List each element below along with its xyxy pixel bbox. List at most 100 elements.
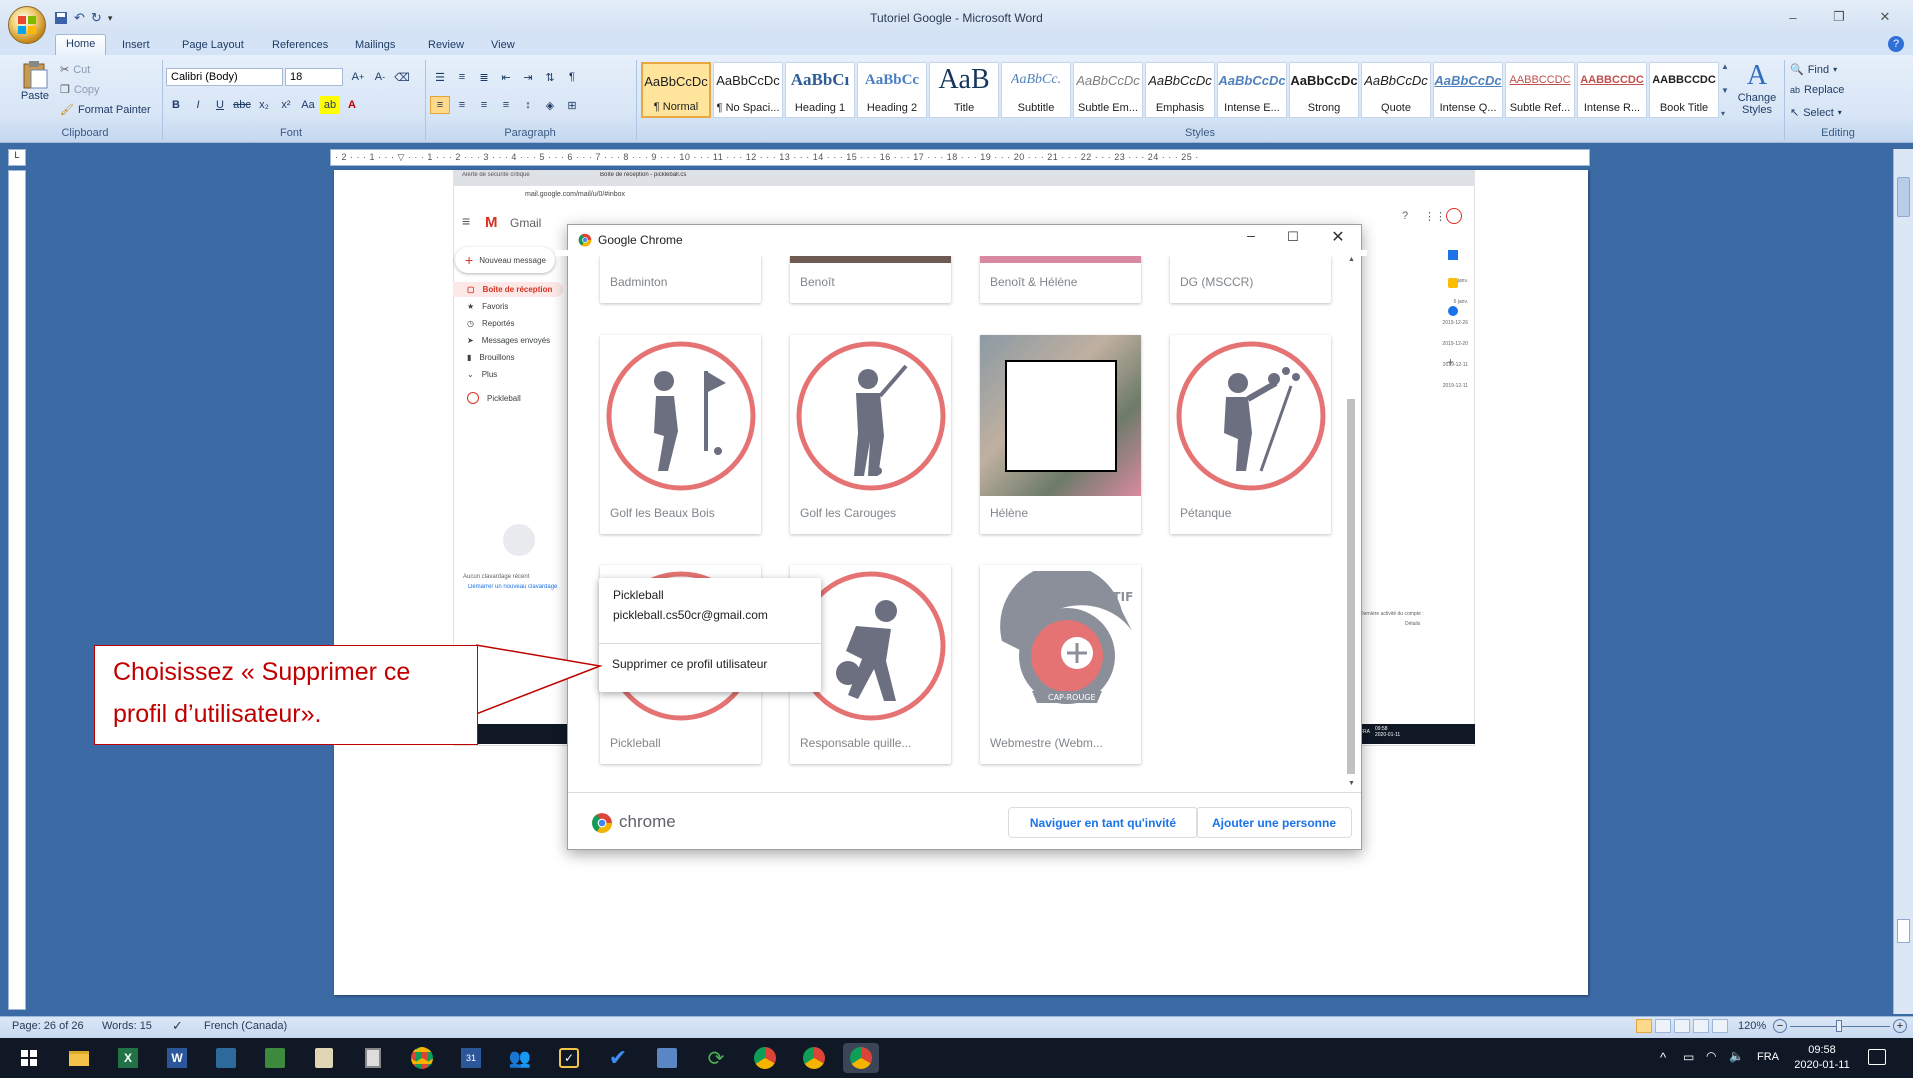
scroll-down-icon[interactable]: ▼	[1348, 780, 1355, 787]
calendar-icon[interactable]: 31	[456, 1043, 486, 1073]
paste-button[interactable]: Paste	[14, 60, 56, 120]
profile-card-golf-beaux-bois[interactable]: Golf les Beaux Bois	[600, 335, 761, 534]
style-subtitle[interactable]: AaBbCc. Subtitle	[1001, 62, 1071, 118]
scroll-thumb-bottom[interactable]	[1897, 919, 1910, 943]
scroll-thumb[interactable]	[1897, 177, 1910, 217]
language-indicator[interactable]: French (Canada)	[204, 1020, 287, 1032]
replace-button[interactable]: ab Replace	[1790, 84, 1844, 96]
outline-icon[interactable]	[1693, 1019, 1709, 1033]
change-styles-button[interactable]: A Change Styles	[1734, 60, 1780, 126]
style-book-title[interactable]: AABBCCDC Book Title	[1649, 62, 1719, 118]
font-size-combo[interactable]: 18	[285, 68, 343, 86]
full-screen-icon[interactable]	[1655, 1019, 1671, 1033]
select-button[interactable]: ↖ Select ▾	[1790, 106, 1842, 120]
copy-button[interactable]: ❐ Copy	[60, 83, 100, 97]
style-strong[interactable]: AaBbCcDc Strong	[1289, 62, 1359, 118]
style-intense-quote[interactable]: AaBbCcDc Intense Q...	[1433, 62, 1503, 118]
font-name-combo[interactable]: Calibri (Body)	[166, 68, 283, 86]
style-quote[interactable]: AaBbCcDc Quote	[1361, 62, 1431, 118]
chrome-icon[interactable]	[799, 1043, 829, 1073]
windows-start-icon[interactable]	[14, 1043, 44, 1073]
tab-mailings[interactable]: Mailings	[345, 36, 405, 56]
italic-icon[interactable]: I	[188, 96, 208, 114]
highlight-icon[interactable]: ab	[320, 96, 340, 114]
underline-icon[interactable]: U	[210, 96, 230, 114]
style-heading-1[interactable]: AaBbCı Heading 1	[785, 62, 855, 118]
change-case-icon[interactable]: Aa	[298, 96, 318, 114]
multilevel-list-icon[interactable]: ≣	[474, 68, 494, 86]
page-count[interactable]: Page: 26 of 26	[12, 1020, 84, 1032]
scroll-up-icon[interactable]: ▲	[1348, 256, 1355, 263]
more-icon[interactable]: ▾	[1721, 109, 1733, 118]
chrome-icon[interactable]	[750, 1043, 780, 1073]
file-explorer-icon[interactable]	[64, 1043, 94, 1073]
style-no-spacing[interactable]: AaBbCcDc ¶ No Spaci...	[713, 62, 783, 118]
format-painter-button[interactable]: 🖌 Format Painter	[60, 103, 151, 117]
word-count[interactable]: Words: 15	[102, 1020, 152, 1032]
decrease-indent-icon[interactable]: ⇤	[496, 68, 516, 86]
sync-icon[interactable]: ⟳	[701, 1043, 731, 1073]
zoom-level[interactable]: 120%	[1738, 1020, 1766, 1032]
style-subtle-emphasis[interactable]: AaBbCcDc Subtle Em...	[1073, 62, 1143, 118]
style-normal[interactable]: AaBbCcDc ¶ Normal	[641, 62, 711, 118]
browse-as-guest-button[interactable]: Naviguer en tant qu'invité	[1008, 807, 1198, 838]
tab-view[interactable]: View	[481, 36, 525, 56]
justify-icon[interactable]: ≡	[496, 96, 516, 114]
profile-card-petanque[interactable]: Pétanque	[1170, 335, 1331, 534]
clear-format-icon[interactable]: ⌫	[392, 68, 412, 86]
line-spacing-icon[interactable]: ↕	[518, 96, 538, 114]
cut-button[interactable]: ✂ Cut	[60, 63, 90, 77]
font-color-icon[interactable]: A	[342, 96, 362, 114]
align-center-icon[interactable]: ≡	[452, 96, 472, 114]
draft-view-icon[interactable]	[1712, 1019, 1728, 1033]
increase-indent-icon[interactable]: ⇥	[518, 68, 538, 86]
tab-references[interactable]: References	[262, 36, 338, 56]
zoom-out-icon[interactable]: −	[1773, 1019, 1787, 1033]
grow-font-icon[interactable]: A +	[348, 68, 368, 86]
people-icon[interactable]: 👥	[505, 1043, 535, 1073]
volume-icon[interactable]: 🔈	[1729, 1049, 1744, 1063]
program-icon[interactable]	[309, 1043, 339, 1073]
profile-card-golf-carouges[interactable]: Golf les Carouges	[790, 335, 951, 534]
add-person-button[interactable]: Ajouter une personne	[1196, 807, 1352, 838]
chrome-active-icon[interactable]	[843, 1043, 879, 1073]
calculator-icon[interactable]	[358, 1043, 388, 1073]
chrome-profile-icon[interactable]	[407, 1043, 437, 1073]
scroll-thumb[interactable]	[1347, 399, 1355, 774]
subscript-icon[interactable]: x₂	[254, 96, 274, 114]
bold-icon[interactable]: B	[166, 96, 186, 114]
notification-icon[interactable]	[1868, 1049, 1886, 1065]
minimize-icon[interactable]: –	[1237, 227, 1265, 251]
document-app-icon[interactable]	[652, 1043, 682, 1073]
align-left-icon[interactable]: ≡	[430, 96, 450, 114]
help-icon[interactable]: ?	[1888, 36, 1904, 52]
spreadsheet-icon[interactable]	[260, 1043, 290, 1073]
shading-icon[interactable]: ◈	[540, 96, 560, 114]
proofing-icon[interactable]: ✓	[172, 1018, 183, 1034]
profile-card-webmestre[interactable]: CLUB SPORTIF CAP-ROUGE Webmestre (Webm...	[980, 565, 1141, 764]
align-right-icon[interactable]: ≡	[474, 96, 494, 114]
web-layout-icon[interactable]	[1674, 1019, 1690, 1033]
tab-selector-icon[interactable]: L	[8, 149, 26, 166]
profile-card-helene[interactable]: Hélène	[980, 335, 1141, 534]
numbering-icon[interactable]: ≡	[452, 68, 472, 86]
restore-icon[interactable]: ❐	[1816, 6, 1862, 28]
tab-insert[interactable]: Insert	[112, 36, 160, 56]
close-icon[interactable]: ✕	[1324, 227, 1352, 251]
checklist-icon[interactable]: ✓	[554, 1043, 584, 1073]
todo-icon[interactable]: ✔	[603, 1043, 633, 1073]
system-clock[interactable]: 09:58 2020-01-11	[1792, 1043, 1852, 1073]
styles-scroll[interactable]: ▲ ▼ ▾	[1721, 62, 1733, 118]
horizontal-ruler[interactable]: · 2 · · · 1 · · · ▽ · · · 1 · · · 2 · · …	[330, 149, 1590, 166]
chevron-down-icon[interactable]: ▼	[1721, 86, 1733, 95]
zoom-in-icon[interactable]: +	[1893, 1019, 1907, 1033]
tab-review[interactable]: Review	[418, 36, 474, 56]
style-title[interactable]: AaB Title	[929, 62, 999, 118]
battery-icon[interactable]: ▭	[1683, 1050, 1694, 1064]
vertical-ruler[interactable]	[8, 170, 26, 1010]
remove-profile-menu-item[interactable]: Supprimer ce profil utilisateur	[599, 648, 821, 682]
find-button[interactable]: 🔍 Find ▾	[1790, 63, 1837, 77]
strikethrough-icon[interactable]: abc	[232, 96, 252, 114]
style-heading-2[interactable]: AaBbCc Heading 2	[857, 62, 927, 118]
wifi-icon[interactable]: ◠	[1706, 1049, 1716, 1063]
